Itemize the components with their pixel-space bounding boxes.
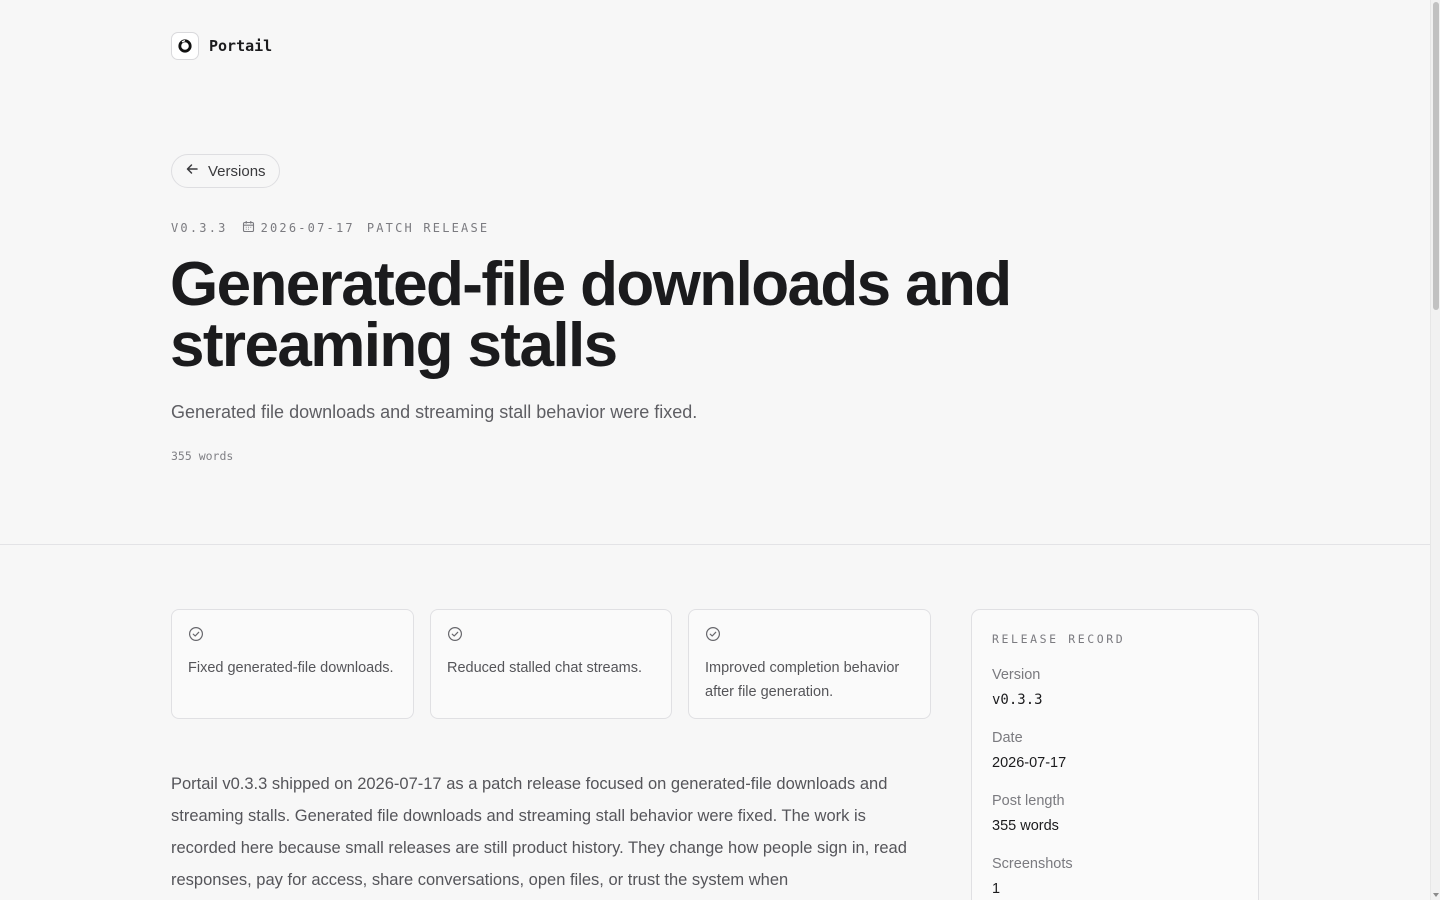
back-label: Versions <box>208 162 266 180</box>
check-circle-icon <box>447 626 463 642</box>
brand-name: Portail <box>209 37 273 55</box>
page: Portail Versions v0.3.3 2026-07-17 Patch… <box>0 0 1430 900</box>
version-tag: v0.3.3 <box>171 221 228 235</box>
record-value: 1 <box>992 881 1001 897</box>
record-label: Date <box>992 730 1023 746</box>
record-row-post-length: Post length 355 words <box>992 792 1238 835</box>
highlight-card: Improved completion behavior after file … <box>688 609 931 719</box>
record-row-screenshots: Screenshots 1 <box>992 855 1238 898</box>
record-row-date: Date 2026-07-17 <box>992 729 1238 772</box>
record-label: Screenshots <box>992 856 1073 872</box>
check-circle-icon <box>188 626 204 642</box>
release-record: Release record Version v0.3.3 Date 2026-… <box>971 609 1259 900</box>
record-value: 355 words <box>992 818 1059 834</box>
release-body: Portail v0.3.3 shipped on 2026-07-17 as … <box>171 775 907 889</box>
ring-logo-icon <box>171 32 199 60</box>
release-date: 2026-07-17 <box>242 220 355 236</box>
brand[interactable]: Portail <box>171 32 272 60</box>
record-label: Version <box>992 667 1041 683</box>
scrollbar-thumb[interactable] <box>1433 2 1439 310</box>
record-row-version: Version v0.3.3 <box>992 666 1238 709</box>
word-count: 355 words <box>171 449 234 463</box>
highlight-text: Reduced stalled chat streams. <box>447 660 643 676</box>
page-subtitle: Generated file downloads and streaming s… <box>171 402 698 422</box>
highlight-cards: Fixed generated-file downloads. Reduced … <box>171 609 931 719</box>
page-title: Generated-file downloads and streaming s… <box>170 250 1012 380</box>
highlight-text: Improved completion behavior after file … <box>705 660 900 700</box>
highlight-card: Reduced stalled chat streams. <box>430 609 672 719</box>
highlight-card: Fixed generated-file downloads. <box>171 609 414 719</box>
section-divider <box>0 544 1430 545</box>
calendar-icon <box>242 220 255 236</box>
record-value: 2026-07-17 <box>992 755 1067 771</box>
highlight-text: Fixed generated-file downloads. <box>188 660 394 676</box>
release-date-text: 2026-07-17 <box>260 221 355 235</box>
release-kind: Patch release <box>366 221 490 235</box>
back-to-versions-button[interactable]: Versions <box>171 154 280 188</box>
arrow-left-icon <box>185 162 199 180</box>
scroll-down-arrow-icon[interactable] <box>1433 893 1439 897</box>
release-record-title: Release record <box>992 632 1126 646</box>
check-circle-icon <box>705 626 721 642</box>
release-meta: v0.3.3 2026-07-17 Patch release <box>171 220 489 236</box>
record-label: Post length <box>992 793 1065 809</box>
page-scrollbar[interactable] <box>1430 0 1440 900</box>
record-value: v0.3.3 <box>992 692 1043 708</box>
